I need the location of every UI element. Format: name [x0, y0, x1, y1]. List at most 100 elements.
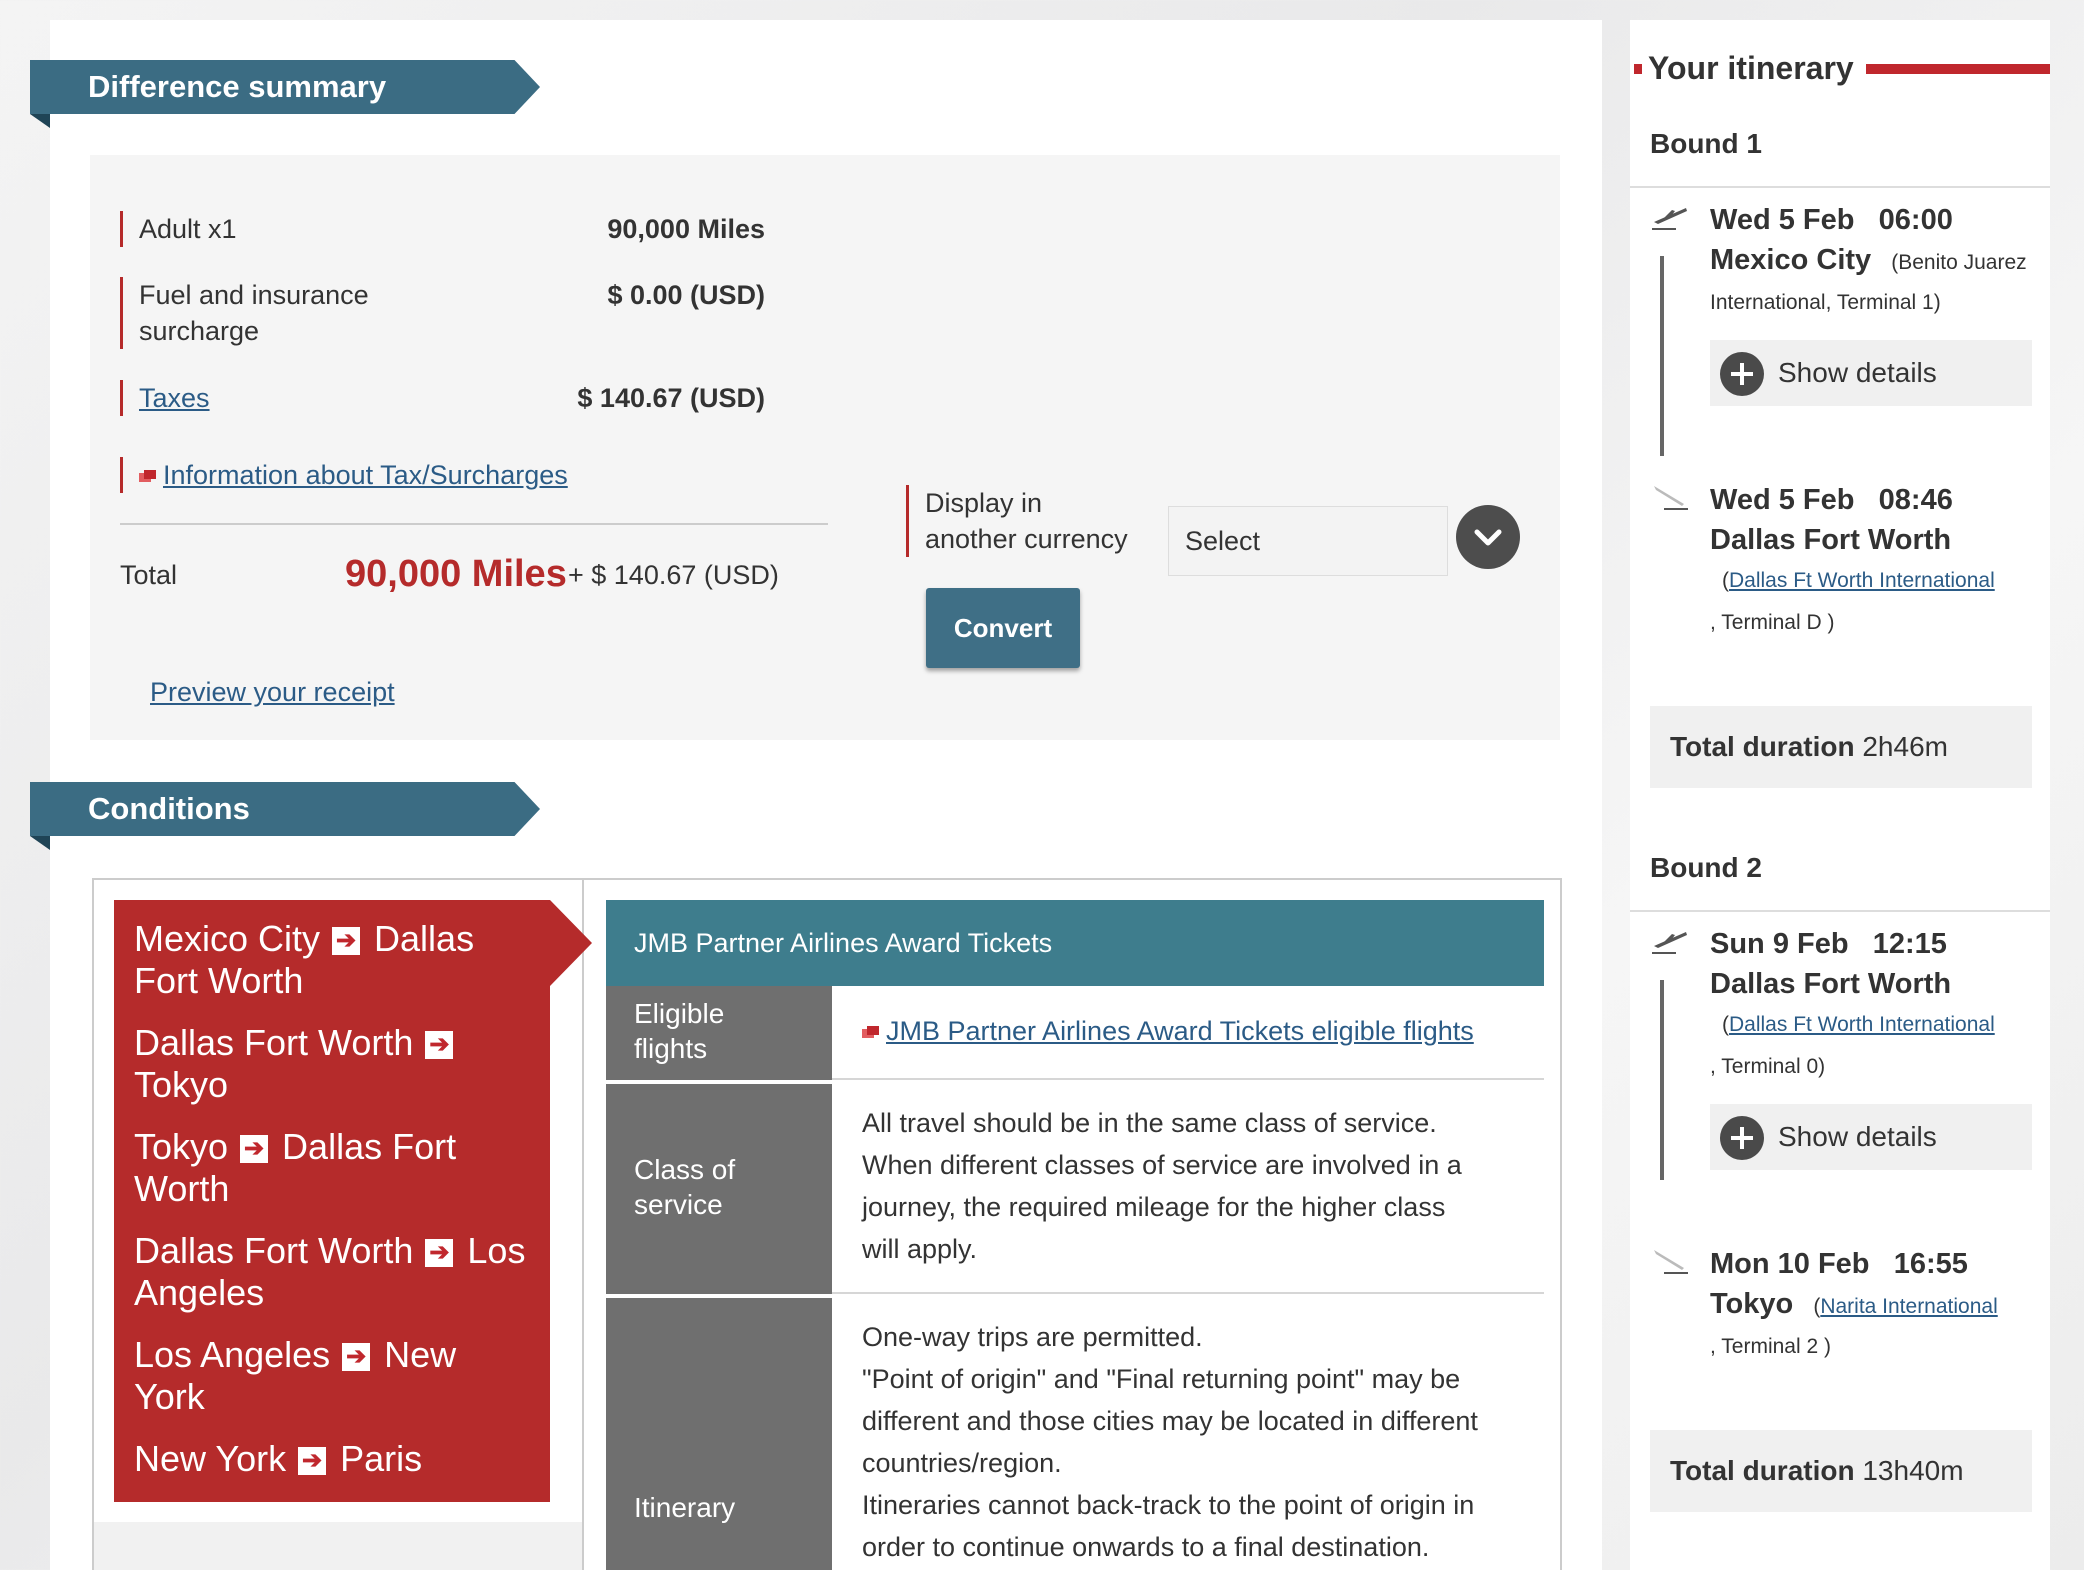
dep-date: Sun 9 Feb [1710, 928, 1849, 960]
route-from: Dallas Fort Worth [134, 1230, 414, 1271]
dep-date: Wed 5 Feb [1710, 204, 1855, 236]
total-duration-label: Total duration [1670, 1455, 1855, 1486]
class-text: journey, the required mileage for the hi… [862, 1192, 1446, 1222]
total-miles: 90,000 Miles [345, 553, 567, 595]
adult-value: 90,000 Miles [607, 214, 765, 244]
plus-icon [1720, 352, 1764, 396]
currency-label-line2: another currency [925, 524, 1128, 554]
arrow-right-icon: ➔ [332, 927, 361, 955]
itinerary-cell: One-way trips are permitted. "Point of o… [832, 1296, 1544, 1570]
class-text: will apply. [862, 1234, 978, 1264]
itinerary-text: "Point of origin" and "Final returning p… [862, 1364, 1461, 1394]
itinerary-text: One-way trips are permitted. [862, 1322, 1203, 1352]
main-panel: Difference summary Adult x1 90,000 Miles… [30, 20, 1602, 1570]
currency-select[interactable]: Select [1168, 506, 1448, 576]
departure-plane-icon [1652, 208, 1687, 230]
fuel-label-line2: surcharge [139, 316, 260, 346]
arr-city: Dallas Fort Worth [1710, 524, 1952, 556]
total-duration-value: 13h40m [1862, 1455, 1964, 1486]
arr-time: 08:46 [1878, 484, 1953, 516]
segment-arrival-date: Mon 10 Feb 16:55 [1710, 1248, 1968, 1281]
chevron-down-icon[interactable] [1456, 505, 1520, 569]
class-of-service-label: Class of service [606, 1082, 832, 1294]
currency-label: Display in another currency [906, 485, 1128, 557]
eligible-label-line2: flights [634, 1033, 708, 1064]
eligible-flights-link[interactable]: JMB Partner Airlines Award Tickets eligi… [886, 1016, 1474, 1046]
fuel-value: $ 0.00 (USD) [607, 280, 765, 310]
dep-city: Mexico City [1710, 244, 1872, 276]
airport-link[interactable]: Narita International [1820, 1295, 1997, 1318]
conditions-table: JMB Partner Airlines Award Tickets Eligi… [606, 900, 1544, 1570]
route-item[interactable]: Los Angeles ➔ New York [134, 1334, 504, 1418]
arr-city: Tokyo [1710, 1288, 1794, 1320]
total-duration-value: 2h46m [1862, 731, 1948, 762]
segment-arrival-date: Wed 5 Feb 08:46 [1710, 484, 1953, 517]
route-from: Los Angeles [134, 1334, 331, 1375]
eligible-flights-cell: JMB Partner Airlines Award Tickets eligi… [832, 986, 1544, 1080]
dep-time: 06:00 [1878, 204, 1953, 236]
arrow-right-icon: ➔ [342, 1343, 371, 1371]
difference-summary-banner: Difference summary [30, 60, 540, 114]
taxes-link[interactable]: Taxes [139, 383, 210, 413]
dep-city: Dallas Fort Worth [1710, 968, 1952, 1000]
bound-2-title: Bound 2 [1650, 852, 1762, 883]
route-to: Paris [340, 1438, 423, 1479]
convert-button[interactable]: Convert [926, 588, 1080, 668]
summary-box: Adult x1 90,000 Miles Fuel and insurance… [90, 155, 1560, 740]
show-details-button[interactable]: Show details [1710, 340, 2032, 406]
currency-label-line1: Display in [925, 488, 1043, 518]
conditions-panel: Mexico City ➔ Dallas Fort Worth Dallas For… [92, 878, 1562, 1570]
class-text: When different classes of service are in… [862, 1150, 1462, 1180]
route-column: Mexico City ➔ Dallas Fort Worth Dallas For… [94, 880, 592, 1570]
itinerary-text: Itineraries cannot back-track to the poi… [862, 1490, 1475, 1520]
segment-departure-city: Mexico City (Benito Juarez [1710, 244, 2027, 277]
route-from: Dallas Fort Worth [134, 1022, 414, 1063]
class-of-service-cell: All travel should be in the same class o… [832, 1082, 1544, 1294]
route-from: Tokyo [134, 1126, 229, 1167]
info-tax-link[interactable]: Information about Tax/Surcharges [163, 460, 568, 490]
title-accent-right [1866, 64, 2050, 74]
taxes-row: Taxes [120, 380, 210, 416]
paren: ( [1722, 569, 1729, 592]
arr-airport: (Narita International [1813, 1295, 1997, 1318]
arr-terminal: , Terminal D ) [1710, 611, 1835, 634]
segment-line [1660, 256, 1664, 456]
fuel-label-line1: Fuel and insurance [139, 280, 369, 310]
bound-divider [1630, 910, 2050, 912]
departure-plane-icon [1652, 932, 1687, 954]
conditions-banner: Conditions [30, 782, 540, 836]
bound-1-title: Bound 1 [1650, 128, 1762, 159]
itinerary-title: Your itinerary [1642, 50, 1860, 87]
arrival-plane-icon [1654, 486, 1688, 510]
route-from: Mexico City [134, 918, 321, 959]
route-list: Mexico City ➔ Dallas Fort Worth Dallas For… [114, 900, 550, 1502]
selected-route-pointer [550, 900, 592, 986]
bound-divider [1630, 186, 2050, 188]
show-details-button[interactable]: Show details [1710, 1104, 2032, 1170]
show-details-label: Show details [1778, 1121, 1937, 1152]
segment-departure-date: Wed 5 Feb 06:00 [1710, 204, 1953, 237]
total-duration-2: Total duration 13h40m [1650, 1430, 2032, 1512]
route-item[interactable]: New York ➔ Paris [134, 1438, 534, 1480]
arr-date: Wed 5 Feb [1710, 484, 1855, 516]
external-link-icon [862, 1026, 880, 1038]
route-from: New York [134, 1438, 287, 1479]
eligible-label-line1: Eligible [634, 998, 725, 1029]
route-item[interactable]: Tokyo ➔ Dallas Fort Worth [134, 1126, 494, 1210]
preview-receipt-link[interactable]: Preview your receipt [150, 677, 395, 708]
total-currency: + $ 140.67 (USD) [568, 560, 779, 590]
airport-link[interactable]: Dallas Ft Worth International [1729, 569, 1995, 592]
plus-icon [1720, 1116, 1764, 1160]
route-item[interactable]: Dallas Fort Worth ➔ Tokyo [134, 1022, 534, 1106]
arrow-right-icon: ➔ [298, 1447, 327, 1475]
dep-time: 12:15 [1872, 928, 1947, 960]
airport-link[interactable]: Dallas Ft Worth International [1729, 1013, 1995, 1036]
arr-terminal: , Terminal 2 ) [1710, 1335, 1831, 1358]
taxes-value: $ 140.67 (USD) [577, 383, 765, 413]
fuel-label: Fuel and insurance surcharge [120, 277, 369, 349]
itinerary-label: Itinerary [606, 1296, 832, 1570]
segment-departure-date: Sun 9 Feb 12:15 [1710, 928, 1947, 961]
route-item[interactable]: Dallas Fort Worth ➔ Los Angeles [134, 1230, 534, 1314]
eligible-flights-label: Eligible flights [606, 986, 832, 1080]
route-item[interactable]: Mexico City ➔ Dallas Fort Worth [134, 918, 534, 1002]
